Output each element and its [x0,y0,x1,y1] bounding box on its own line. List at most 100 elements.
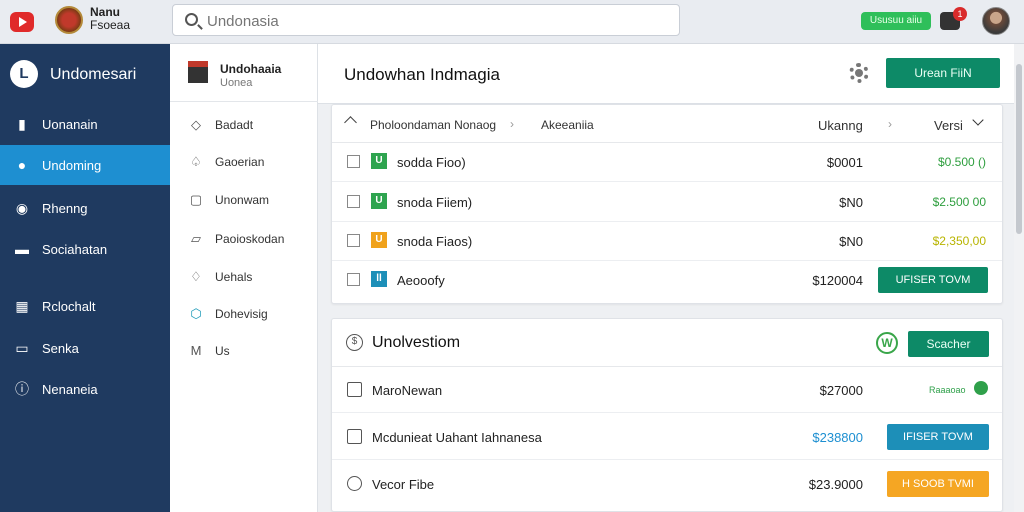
list-item[interactable]: MaroNewan $27000 Raaaoao [332,367,1002,413]
sidebar-item-label: Rclochalt [42,299,96,314]
subnav-item-5[interactable]: ♢ Uehals [170,260,318,294]
section-header: $ Unolvestiom W Scacher [332,319,1002,367]
info-icon: ⓘ [15,381,29,397]
sidebar-item-1[interactable]: ▮ Uonanain [0,104,170,144]
row-checkbox[interactable] [347,273,360,286]
table-row[interactable]: U snoda Fiiem) $N0 $2.500 00 [332,183,1002,222]
row-amount: $0001 [826,155,863,170]
row-checkbox[interactable] [347,234,360,247]
sidebar-item-2[interactable]: ● Undoming [0,145,170,185]
search-box[interactable] [172,4,680,36]
sidebar-item-7[interactable]: ⓘ Nenaneia [0,369,170,409]
subnav-subtitle: Uonea [220,77,253,89]
user-badge-icon: ● [17,157,27,173]
subnav-item-label: Gaoerian [215,155,265,169]
subnav: Undohaaia Uonea ◇ Badadt ♤ Gaoerian ▢ Un… [170,44,318,512]
row-tag-icon: ll [371,271,387,287]
subnav-item-3[interactable]: ▢ Unonwam [170,183,318,217]
document-icon [347,429,362,444]
list-item-name: Vecor Fibe [372,477,435,492]
subnav-item-label: Dohevisig [215,307,268,321]
chevron-right-icon: › [510,117,514,131]
chevron-right-icon: › [888,117,892,131]
search-input[interactable] [207,10,667,32]
row-name: snoda Fiaos) [397,234,473,249]
top-bar: Nanu Fsoeaa Ususuu aiiu 1 [0,0,1024,44]
chart-icon [347,382,362,397]
chevron-down-icon[interactable] [972,114,984,126]
gear-icon[interactable] [849,63,869,83]
subnav-item-1[interactable]: ◇ Badadt [170,108,318,142]
table-row[interactable]: U sodda Fioo) $0001 $0.500 () [332,143,1002,182]
sidebar-item-4[interactable]: ▬ Sociahatan [0,229,170,269]
list-item-link[interactable]: Raaaoao [929,385,966,395]
column-header-3[interactable]: Ukanng [818,118,863,133]
subnav-item-6[interactable]: ⬡ Dohevisig [170,297,318,331]
scrollbar-thumb[interactable] [1016,64,1022,234]
lock-icon: ▢ [189,192,203,207]
sidebar-item-6[interactable]: ▭ Senka [0,328,170,368]
sidebar-header: L Undomesari [0,44,170,104]
subnav-item-2[interactable]: ♤ Gaoerian [170,145,318,179]
status-pill[interactable]: Ususuu aiiu [861,12,931,30]
column-header-1[interactable]: Pholoondaman Nonaog [370,118,496,132]
folder-icon: ▱ [191,231,201,246]
table-row[interactable]: ll Aeooofy $120004 UFISER TOVM [332,261,1002,300]
search-icon [185,13,198,26]
list-item-name: MaroNewan [372,383,443,398]
row-value: $2,350,00 [932,234,986,248]
bell-icon: ♤ [190,154,202,169]
row-name: sodda Fioo) [397,155,466,170]
shield-icon: ⬡ [190,306,202,321]
list-item-amount: $238800 [812,430,863,445]
subnav-item-label: Unonwam [215,193,270,207]
row-amount: $120004 [812,273,863,288]
section-action-button[interactable]: Scacher [908,331,989,357]
list-item[interactable]: Vecor Fibe $23.9000 H SOOB TVMI [332,461,1002,507]
list-item-amount: $27000 [819,383,863,398]
table-row[interactable]: U snoda Fiaos) $N0 $2,350,00 [332,222,1002,261]
play-icon[interactable] [10,12,34,32]
sidebar-item-label: Sociahatan [42,242,108,257]
row-tag-icon: U [371,153,387,169]
sidebar-item-5[interactable]: ▦ Rclochalt [0,286,170,326]
row-tag-icon: U [371,232,387,248]
card-icon: ▭ [15,340,29,356]
row-action-button[interactable]: UFISER TOVM [878,267,988,293]
subnav-item-label: Badadt [215,118,254,132]
main-header: Undowhan Indmagia Urean FiiN [318,44,1024,104]
scrollbar[interactable] [1014,44,1024,512]
page-title: Undowhan Indmagia [344,65,500,84]
subnav-header: Undohaaia Uonea [170,44,318,102]
building-icon: ▮ [18,116,26,132]
subnav-item-7[interactable]: M Us [170,334,318,368]
column-header-4[interactable]: Versi [934,118,963,133]
column-header-2[interactable]: Akeeaniia [541,118,594,132]
avatar[interactable] [982,7,1010,35]
truck-icon: ▬ [15,241,29,257]
sidebar-item-3[interactable]: ◉ Rhenng [0,188,170,228]
list-item-amount: $23.9000 [808,477,863,492]
brand: Nanu Fsoeaa [90,6,130,32]
w-logo-icon: W [876,332,898,354]
row-value: $2.500 00 [932,195,986,209]
list-item-button[interactable]: IFISER TOVM [887,424,989,450]
status-dot-icon [974,381,988,395]
row-name: snoda Fiiem) [397,195,473,210]
list-item-name: Mcdunieat Uahant Iahnanesa [372,430,542,445]
list-item-button[interactable]: H SOOB TVMI [887,471,989,497]
subnav-item-4[interactable]: ▱ Paoioskodan [170,222,318,256]
primary-action-button[interactable]: Urean FiiN [886,58,1000,88]
flame-icon: ♢ [190,269,202,284]
row-checkbox[interactable] [347,155,360,168]
list-item[interactable]: Mcdunieat Uahant Iahnanesa $238800 IFISE… [332,414,1002,460]
subnav-item-label: Uehals [215,270,253,284]
flag-icon [188,61,208,83]
subnav-title: Undohaaia [220,62,282,76]
collapse-icon[interactable] [344,116,357,129]
subnav-item-label: Us [215,344,230,358]
row-checkbox[interactable] [347,195,360,208]
table-header: Pholoondaman Nonaog › Akeeaniia Ukanng ›… [332,105,1002,143]
notification-badge: 1 [953,7,967,21]
mail-icon: M [190,343,202,358]
